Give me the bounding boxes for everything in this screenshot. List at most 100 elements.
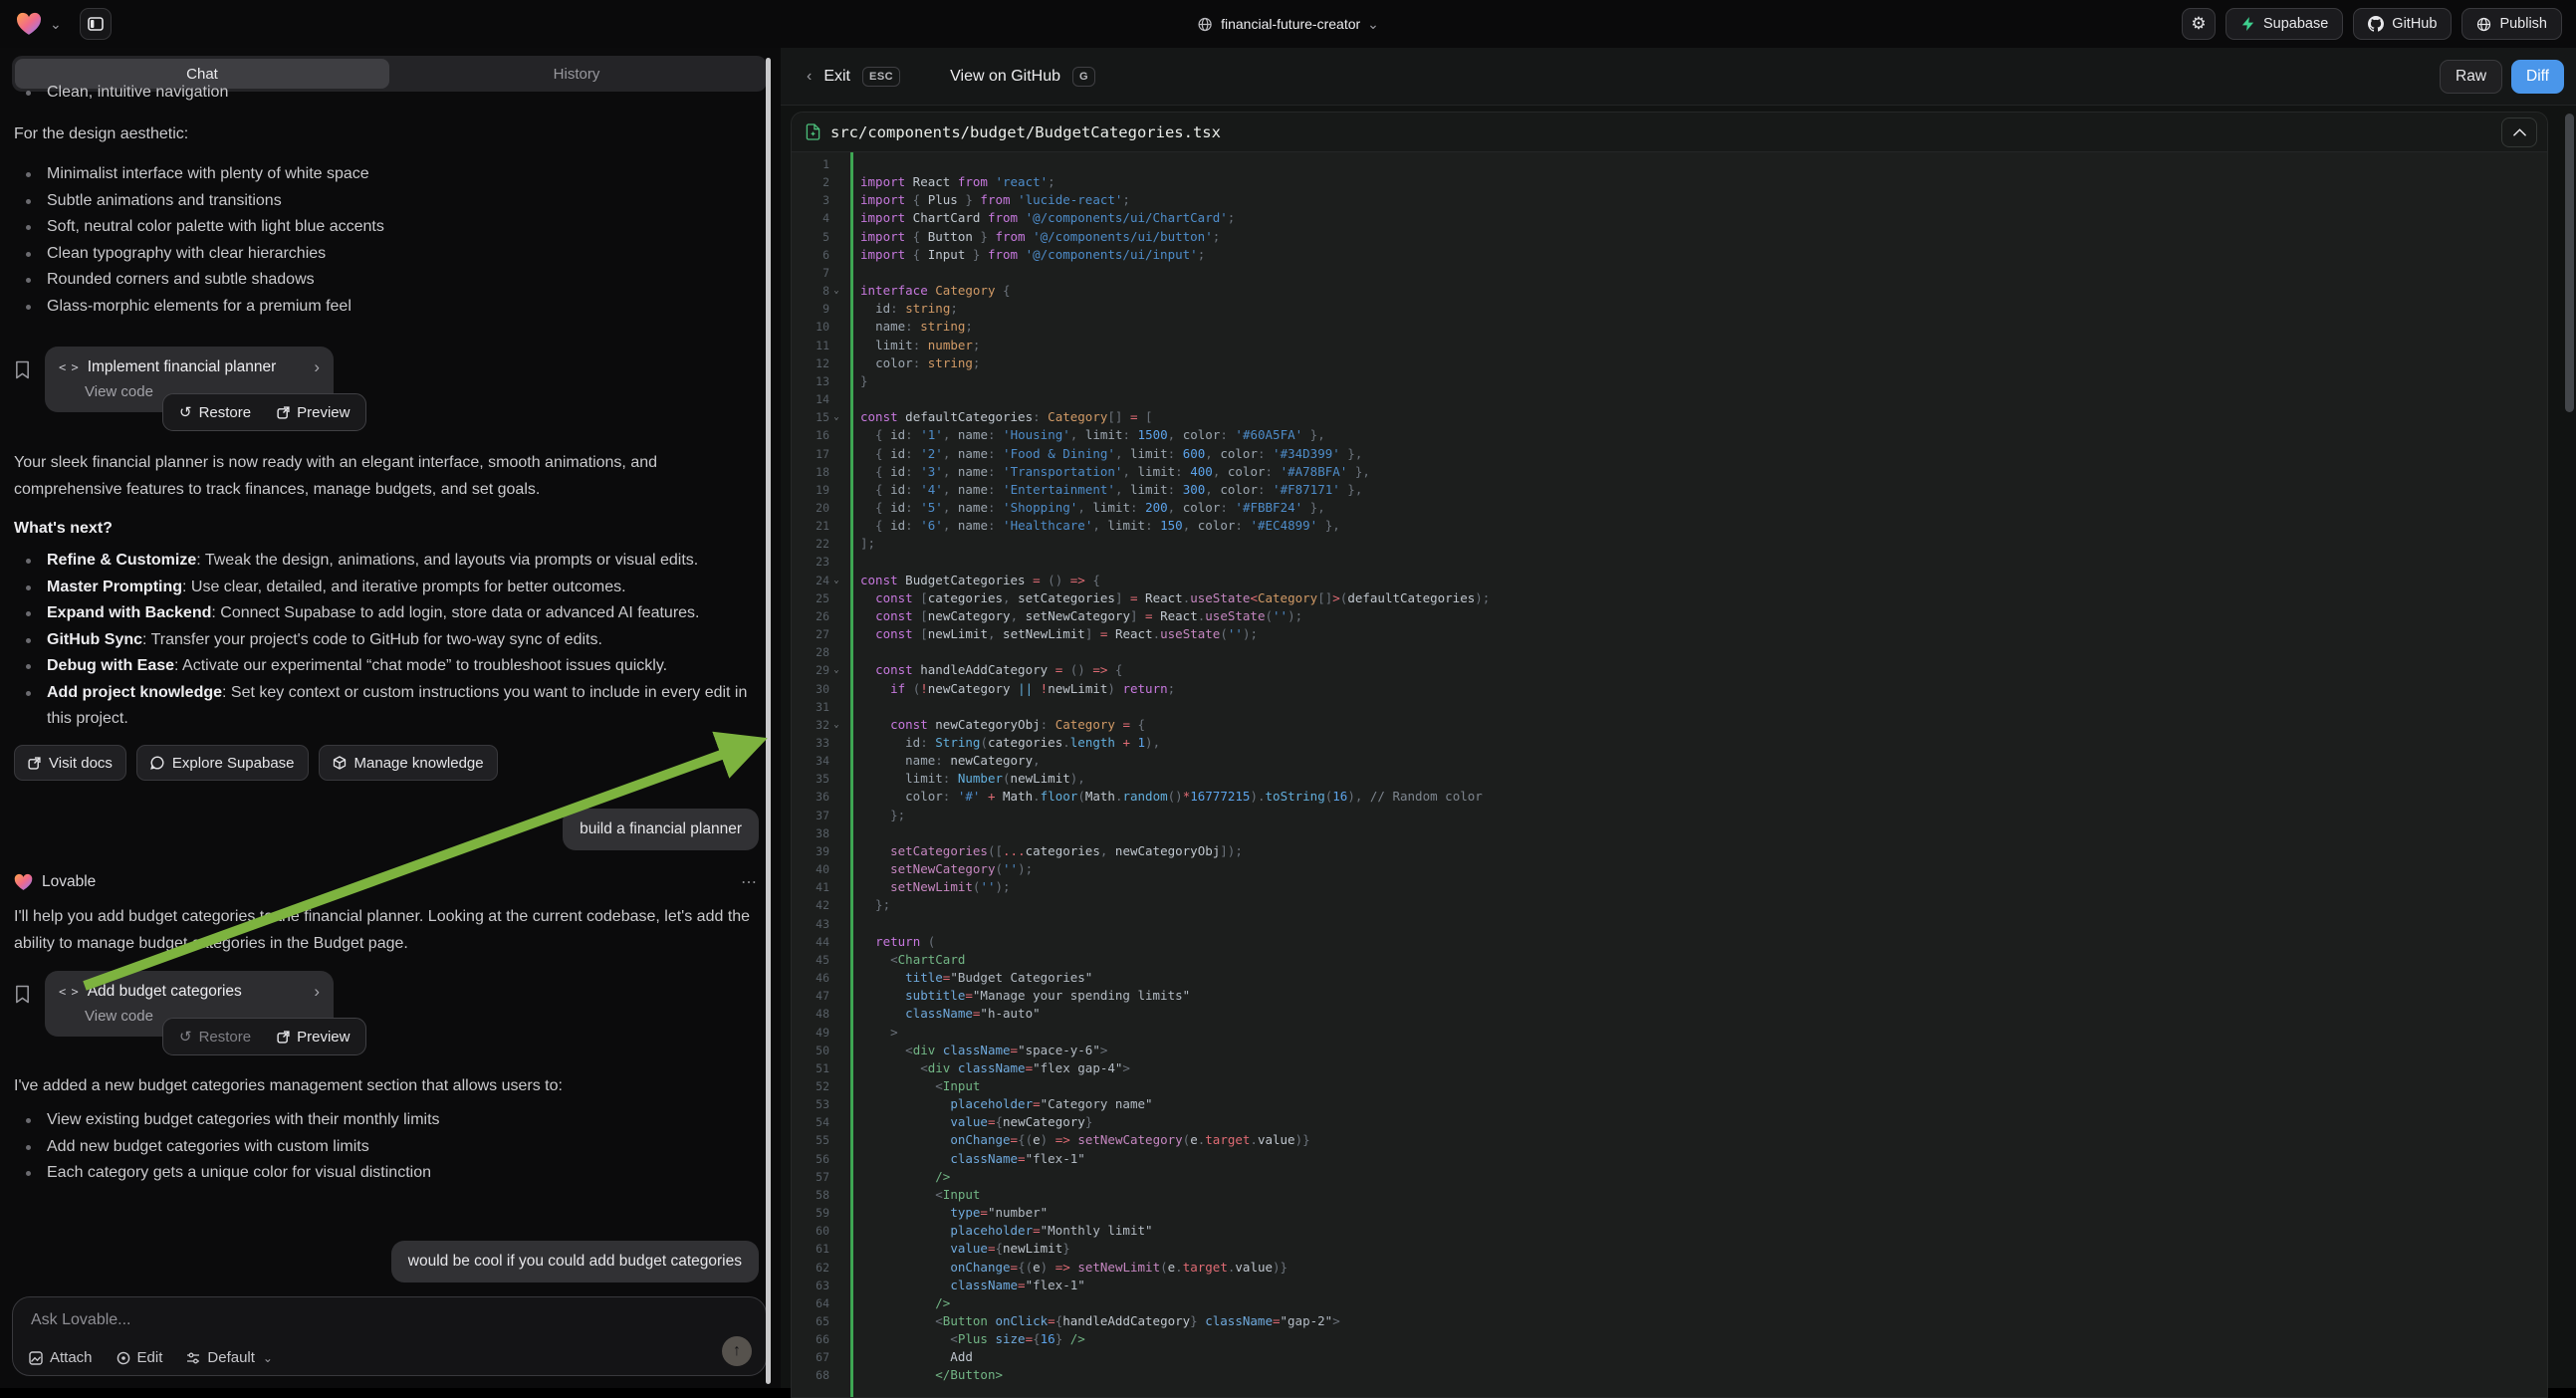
bullet-item: Master Prompting: Use clear, detailed, a… <box>14 575 755 601</box>
globe-icon <box>1197 17 1212 32</box>
line-number: 48 <box>792 1005 829 1023</box>
code-text: /> <box>843 1294 2547 1312</box>
fold-gutter <box>829 426 843 444</box>
exit-button[interactable]: Exit <box>823 68 850 86</box>
sidebar-toggle-button[interactable] <box>80 8 112 40</box>
github-button[interactable]: GitHub <box>2353 8 2452 40</box>
restore-button[interactable]: ↺ Restore <box>179 1028 251 1046</box>
code-line: 25 const [categories, setCategories] = R… <box>792 589 2547 607</box>
line-number: 27 <box>792 625 829 643</box>
bookmark-icon[interactable] <box>14 985 31 1004</box>
line-number: 49 <box>792 1024 829 1042</box>
code-text <box>843 264 2547 282</box>
code-line: 11 limit: number; <box>792 337 2547 354</box>
line-number: 66 <box>792 1330 829 1348</box>
bookmark-icon[interactable] <box>14 360 31 379</box>
added-paragraph: I've added a new budget categories manag… <box>14 1073 755 1100</box>
lovable-logo-icon[interactable] <box>16 12 42 36</box>
bullet-item: Rounded corners and subtle shadows <box>14 267 755 294</box>
line-number: 20 <box>792 499 829 517</box>
project-chevron-down-icon: ⌄ <box>1367 17 1379 31</box>
version-card-implement-financial-planner[interactable]: < > Implement financial planner › View c… <box>45 347 334 412</box>
panel-resize-handle[interactable] <box>766 58 771 1384</box>
fold-gutter <box>829 1294 843 1312</box>
fold-gutter <box>829 1095 843 1113</box>
fold-gutter <box>829 1059 843 1077</box>
version-card-add-budget-categories[interactable]: < > Add budget categories › View code ↺ … <box>45 971 334 1037</box>
restore-icon: ↺ <box>179 403 192 421</box>
supabase-button[interactable]: Supabase <box>2225 8 2343 40</box>
chat-input[interactable] <box>31 1311 750 1329</box>
fold-gutter <box>829 445 843 463</box>
fold-gutter <box>829 752 843 770</box>
fold-chevron-icon[interactable]: ⌄ <box>829 408 843 426</box>
line-number: 39 <box>792 842 829 860</box>
raw-button[interactable]: Raw <box>2440 60 2502 94</box>
code-line: 5import { Button } from '@/components/ui… <box>792 228 2547 246</box>
line-number: 30 <box>792 680 829 698</box>
code-text: color: string; <box>843 354 2547 372</box>
code-text: { id: '6', name: 'Healthcare', limit: 15… <box>843 517 2547 535</box>
line-number: 56 <box>792 1150 829 1168</box>
line-number: 33 <box>792 734 829 752</box>
g-key-badge: G <box>1072 67 1095 87</box>
topbar-left: ⌄ <box>16 0 112 48</box>
fold-gutter <box>829 535 843 553</box>
code-text: className="flex-1" <box>843 1150 2547 1168</box>
code-line: 53 placeholder="Category name" <box>792 1095 2547 1113</box>
line-number: 24 <box>792 572 829 589</box>
fold-gutter <box>829 680 843 698</box>
help-paragraph: I'll help you add budget categories to t… <box>14 904 755 957</box>
mode-select[interactable]: Default ⌄ <box>186 1349 273 1366</box>
manage-knowledge-button[interactable]: Manage knowledge <box>319 745 498 781</box>
line-number: 21 <box>792 517 829 535</box>
code-line: 63 className="flex-1" <box>792 1277 2547 1294</box>
attach-button[interactable]: Attach <box>29 1349 93 1366</box>
fold-gutter <box>829 517 843 535</box>
preview-button[interactable]: Preview <box>277 404 350 421</box>
collapse-file-button[interactable] <box>2501 117 2537 147</box>
view-on-github-button[interactable]: View on GitHub <box>950 68 1060 86</box>
publish-button[interactable]: Publish <box>2461 8 2562 40</box>
preview-button[interactable]: Preview <box>277 1029 350 1046</box>
code-scrollbar-thumb[interactable] <box>2565 114 2574 412</box>
code-text <box>843 155 2547 173</box>
diff-button[interactable]: Diff <box>2511 60 2564 94</box>
bullet-item: Clean, intuitive navigation <box>14 80 755 107</box>
fold-gutter <box>829 209 843 227</box>
restore-button[interactable]: ↺ Restore <box>179 403 251 421</box>
edit-button[interactable]: Edit <box>117 1349 163 1366</box>
code-text: Add <box>843 1348 2547 1366</box>
code-body[interactable]: 12import React from 'react';3import { Pl… <box>792 152 2547 1397</box>
message-menu-button[interactable]: ⋯ <box>741 872 759 892</box>
visit-docs-button[interactable]: Visit docs <box>14 745 126 781</box>
version-card-top: < > Implement financial planner › <box>59 357 320 377</box>
sliders-icon <box>186 1351 200 1365</box>
project-switcher[interactable]: financial-future-creator ⌄ <box>1197 0 1379 48</box>
line-number: 68 <box>792 1366 829 1384</box>
code-text: { id: '5', name: 'Shopping', limit: 200,… <box>843 499 2547 517</box>
code-text: const newCategoryObj: Category = { <box>843 716 2547 734</box>
code-view-nav: ‹ Exit ESC View on GitHub G <box>807 67 1095 87</box>
code-line: 33 id: String(categories.length + 1), <box>792 734 2547 752</box>
fold-chevron-icon[interactable]: ⌄ <box>829 661 843 679</box>
chevron-right-icon: › <box>314 357 320 377</box>
fold-chevron-icon[interactable]: ⌄ <box>829 572 843 589</box>
code-text: const defaultCategories: Category[] = [ <box>843 408 2547 426</box>
code-line: 48 className="h-auto" <box>792 1005 2547 1023</box>
external-link-icon <box>28 757 41 770</box>
explore-supabase-button[interactable]: Explore Supabase <box>136 745 309 781</box>
send-button[interactable]: ↑ <box>722 1336 752 1366</box>
fold-gutter <box>829 1186 843 1204</box>
fold-chevron-icon[interactable]: ⌄ <box>829 716 843 734</box>
line-number: 34 <box>792 752 829 770</box>
explore-supabase-label: Explore Supabase <box>172 755 295 772</box>
logo-chevron-down-icon[interactable]: ⌄ <box>50 17 62 31</box>
bullet-item: Debug with Ease: Activate our experiment… <box>14 653 755 680</box>
file-header[interactable]: src/components/budget/BudgetCategories.t… <box>792 113 2547 152</box>
line-number: 35 <box>792 770 829 788</box>
settings-button[interactable]: ⚙ <box>2182 8 2216 40</box>
fold-chevron-icon[interactable]: ⌄ <box>829 282 843 300</box>
line-number: 17 <box>792 445 829 463</box>
line-number: 38 <box>792 824 829 842</box>
